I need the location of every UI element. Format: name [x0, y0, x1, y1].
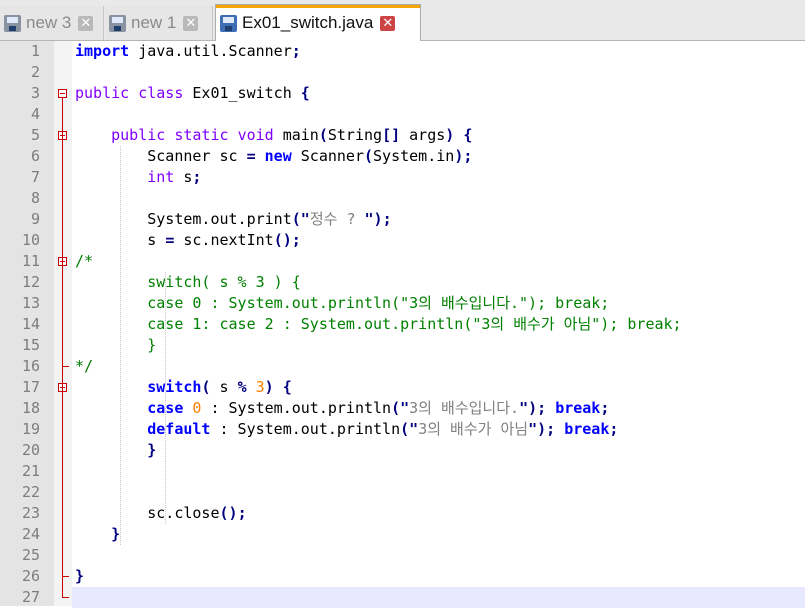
save-icon: [4, 14, 21, 32]
tab-label: new 3: [26, 13, 72, 32]
close-icon[interactable]: ✕: [380, 15, 396, 31]
code-text: import java.util.Scanner;: [75, 42, 301, 60]
line-number: 15: [21, 336, 40, 354]
indent-guide: [120, 146, 121, 545]
code-line[interactable]: 1 import java.util.Scanner;: [0, 41, 805, 62]
code-text: System.out.print("정수 ? ");: [75, 210, 392, 228]
line-number: 22: [21, 483, 40, 501]
line-number: 12: [21, 273, 40, 291]
close-icon[interactable]: ✕: [183, 15, 199, 31]
tab-bar: new 3 ✕ new 1 ✕ Ex01_switch.java ✕: [0, 0, 805, 41]
line-number: 2: [30, 63, 40, 81]
fold-line: [62, 98, 63, 597]
line-number: 9: [30, 210, 40, 228]
tab-label: Ex01_switch.java: [242, 13, 374, 32]
code-text: int s;: [147, 168, 202, 186]
code-text: switch( s % 3) {: [147, 378, 292, 396]
line-number: 26: [21, 567, 40, 585]
line-number: 24: [21, 525, 40, 543]
line-number: 7: [30, 168, 40, 186]
code-line[interactable]: 25: [0, 545, 805, 566]
code-text: default : System.out.println("3의 배수가 아님"…: [147, 420, 619, 438]
line-number: 16: [21, 357, 40, 375]
line-number: 17: [21, 378, 40, 396]
tab-new-3[interactable]: new 3 ✕: [0, 6, 104, 40]
line-number: 18: [21, 399, 40, 417]
code-text: }: [75, 336, 157, 354]
line-number: 8: [30, 189, 40, 207]
code-text: sc.close();: [75, 504, 247, 522]
code-text: }: [147, 441, 157, 459]
line-number: 27: [21, 588, 40, 606]
code-text: s = sc.nextInt();: [75, 231, 301, 249]
fold-toggle-icon[interactable]: [58, 89, 67, 98]
tab-label: new 1: [131, 13, 177, 32]
line-number: 1: [30, 42, 40, 60]
line-number: 5: [30, 126, 40, 144]
code-text: case 0 : System.out.println("3의 배수입니다.")…: [75, 294, 610, 312]
code-text: */: [75, 357, 94, 375]
line-number: 25: [21, 546, 40, 564]
code-text: }: [75, 567, 85, 585]
indent-guide: [165, 461, 166, 524]
code-text: public class Ex01_switch {: [75, 84, 310, 102]
code-text: }: [111, 525, 121, 543]
code-line[interactable]: 27: [22, 587, 805, 608]
code-text: switch( s % 3 ) {: [75, 273, 301, 291]
code-line[interactable]: 4: [0, 104, 805, 125]
line-number: 19: [21, 420, 40, 438]
line-number: 10: [21, 231, 40, 249]
code-line[interactable]: 2: [0, 62, 805, 83]
indent-guide: [165, 272, 166, 461]
line-number: 20: [21, 441, 40, 459]
line-number: 23: [21, 504, 40, 522]
line-number: 21: [21, 462, 40, 480]
tab-ex01-switch-java[interactable]: Ex01_switch.java ✕: [215, 4, 421, 41]
line-number: 6: [30, 147, 40, 165]
line-number: 14: [21, 315, 40, 333]
save-icon: [220, 14, 237, 32]
code-text: Scanner sc = new Scanner(System.in);: [75, 147, 473, 165]
line-number: 3: [30, 84, 40, 102]
save-icon: [109, 14, 126, 32]
code-line[interactable]: 3 public class Ex01_switch {: [0, 83, 805, 104]
code-line[interactable]: 5 public static void main(String[] args)…: [0, 125, 805, 146]
tab-new-1[interactable]: new 1 ✕: [105, 6, 213, 40]
fold-end-tick: [62, 597, 69, 598]
code-text: public static void main(String[] args) {: [111, 126, 473, 144]
code-line[interactable]: 26}: [0, 566, 805, 587]
line-number: 4: [30, 105, 40, 123]
close-icon[interactable]: ✕: [78, 15, 94, 31]
line-number: 13: [21, 294, 40, 312]
line-number: 11: [21, 252, 40, 270]
code-text: case 0 : System.out.println("3의 배수입니다.")…: [147, 399, 610, 417]
fold-end-tick: [62, 576, 69, 577]
code-text: /*: [75, 252, 94, 270]
fold-end-tick: [62, 366, 69, 367]
